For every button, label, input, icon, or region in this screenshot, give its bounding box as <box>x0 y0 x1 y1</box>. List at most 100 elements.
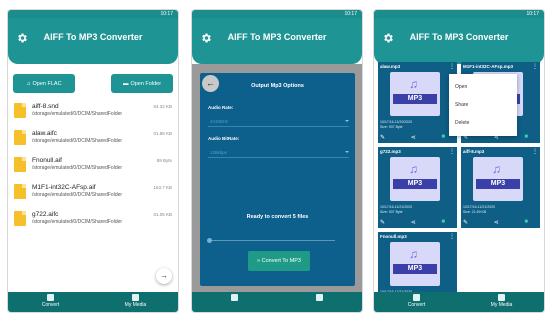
music-note-icon: ♫ <box>492 162 501 176</box>
status-bar-time: 10:17 <box>8 10 178 18</box>
more-vert-icon[interactable]: ⋮ <box>449 63 455 70</box>
convert-to-mp3-button[interactable]: » Convert To MP3 <box>248 251 310 271</box>
list-item[interactable]: g722.aifc/storage/emulated/0/DCIM/Shared… <box>14 211 172 238</box>
convert-button-label: Convert To MP3 <box>261 258 301 264</box>
media-name: M1F1-int32C-AFsp.mp3 <box>463 64 514 69</box>
app-title: AIFF To MP3 Converter <box>227 32 327 42</box>
file-size: 163.7 KB <box>153 185 172 190</box>
media-icon <box>316 294 323 301</box>
context-menu: Open Share Delete <box>449 74 517 136</box>
file-icon <box>14 130 26 145</box>
file-name: aiff-8.snd <box>32 103 59 110</box>
media-size: Size: 21.69 KB <box>463 210 487 214</box>
app-bar: AIFF To MP3 Converter <box>8 18 178 64</box>
mp3-file-icon: ♫ MP3 <box>473 157 523 201</box>
media-card[interactable]: aiff-8.mp3 ⋮ ♫ MP3 10/17/16-11/21/2020 Siz… <box>461 147 540 228</box>
status-bar-time: 10:17 <box>192 10 362 18</box>
dialog-title: Output Mp3 Options <box>251 83 304 89</box>
app-bar: AIFF To MP3 Converter <box>374 18 544 64</box>
tab-my-media[interactable] <box>277 292 362 312</box>
music-note-icon: ♫ <box>409 162 418 176</box>
tab-convert[interactable]: Convert <box>374 292 459 312</box>
list-item[interactable]: aiff-8.snd/storage/emulated/0/DCIM/Share… <box>14 103 172 130</box>
delete-icon[interactable]: ■ <box>441 219 445 226</box>
audio-rate-value: 44100Hz <box>210 119 229 124</box>
file-icon <box>14 157 26 172</box>
caret-down-icon <box>345 151 349 153</box>
arrow-right-icon: → <box>160 271 168 280</box>
media-name: alaw.mp3 <box>380 64 401 69</box>
phone-screen-my-media: 10:17 AIFF To MP3 Converter alaw.mp3 ⋮ ♫… <box>374 10 544 312</box>
tab-convert-label: Convert <box>407 302 426 308</box>
open-flac-button[interactable]: ♫ Open FLAC <box>13 74 75 93</box>
output-options-dialog: ← Output Mp3 Options Audio Rate: 44100Hz… <box>200 73 355 286</box>
file-size: 01.05 KB <box>153 212 172 217</box>
media-card[interactable]: alaw.mp3 ⋮ ♫ MP3 10/17/16-11/20/2020 Size:… <box>378 62 457 143</box>
media-name: Fnonull.mp3 <box>380 234 407 239</box>
status-bar-time: 10:17 <box>374 10 544 18</box>
next-arrow-fab[interactable]: → <box>156 268 172 284</box>
media-card[interactable]: g722.mp3 ⋮ ♫ MP3 10/17/16-11/21/2020 Size:… <box>378 147 457 228</box>
more-vert-icon[interactable]: ⋮ <box>449 148 455 155</box>
audio-rate-select[interactable]: 44100Hz <box>208 117 349 127</box>
tab-convert-label: Convert <box>41 302 60 308</box>
share-icon[interactable]: ⋖ <box>411 134 416 141</box>
menu-item-delete[interactable]: Delete <box>449 114 517 132</box>
share-icon[interactable]: ⋖ <box>411 219 416 226</box>
phone-screen-file-list: 10:17 AIFF To MP3 Converter ♫ Open FLAC ▬… <box>8 10 178 312</box>
open-folder-button[interactable]: ▬ Open Folder <box>111 74 173 93</box>
edit-icon[interactable]: ✎ <box>463 219 468 226</box>
mp3-file-icon: ♫ MP3 <box>390 242 440 286</box>
more-vert-icon[interactable]: ⋮ <box>532 63 538 70</box>
tab-convert[interactable]: Convert <box>8 292 93 312</box>
bottom-nav: Convert My Media <box>8 292 178 312</box>
tab-my-media[interactable]: My Media <box>459 292 544 312</box>
file-size: 89 Byte <box>156 158 172 163</box>
file-icon <box>14 211 26 226</box>
delete-icon[interactable]: ■ <box>441 134 445 141</box>
phone-screen-options-dialog: 10:17 AIFF To MP3 Converter ← Output Mp3… <box>192 10 362 312</box>
mp3-badge: MP3 <box>393 94 437 104</box>
mp3-file-icon: ♫ MP3 <box>390 157 440 201</box>
music-note-icon: ♫ <box>409 77 418 91</box>
share-icon[interactable]: ⋖ <box>494 219 499 226</box>
more-vert-icon[interactable]: ⋮ <box>532 148 538 155</box>
list-item[interactable]: M1F1-int32C-AFsp.aif/storage/emulated/0/… <box>14 184 172 211</box>
audio-bitrate-value: 128kbps <box>210 150 228 155</box>
list-item[interactable]: Fnonull.aif/storage/emulated/0/DCIM/Shar… <box>14 157 172 184</box>
file-size: 64.32 KB <box>153 104 172 109</box>
bottom-nav: Convert My Media <box>374 292 544 312</box>
file-name: Fnonull.aif <box>32 157 62 164</box>
tab-convert[interactable] <box>192 292 277 312</box>
file-size: 01.88 KB <box>153 131 172 136</box>
audio-bitrate-select[interactable]: 128kbps <box>208 148 349 158</box>
convert-icon <box>231 294 238 301</box>
menu-item-share[interactable]: Share <box>449 96 517 114</box>
more-vert-icon[interactable]: ⋮ <box>449 233 455 240</box>
audio-rate-label: Audio Rate: <box>208 105 234 110</box>
file-path: /storage/emulated/0/DCIM/SharedFolder <box>32 111 123 117</box>
media-name: g722.mp3 <box>380 149 401 154</box>
file-name: g722.aifc <box>32 211 59 218</box>
app-title: AIFF To MP3 Converter <box>409 32 509 42</box>
delete-icon[interactable]: ■ <box>524 219 528 226</box>
list-item[interactable]: alaw.aifc/storage/emulated/0/DCIM/Shared… <box>14 130 172 157</box>
media-size: Size: 907 Byte <box>380 210 403 214</box>
mp3-badge: MP3 <box>476 179 520 189</box>
ready-status-text: Ready to convert 5 files <box>246 214 309 220</box>
open-folder-label: Open Folder <box>130 80 162 87</box>
app-bar: AIFF To MP3 Converter <box>192 18 362 64</box>
edit-icon[interactable]: ✎ <box>380 134 385 141</box>
file-path: /storage/emulated/0/DCIM/SharedFolder <box>32 219 123 225</box>
edit-icon[interactable]: ✎ <box>380 219 385 226</box>
menu-item-open[interactable]: Open <box>449 78 517 96</box>
media-name: aiff-8.mp3 <box>463 149 485 154</box>
delete-icon[interactable]: ■ <box>524 134 528 141</box>
mp3-badge: MP3 <box>393 264 437 274</box>
tab-my-media-label: My Media <box>490 302 513 308</box>
progress-bar <box>207 238 335 243</box>
folder-icon: ▬ <box>122 80 129 87</box>
file-path: /storage/emulated/0/DCIM/SharedFolder <box>32 192 123 198</box>
file-path: /storage/emulated/0/DCIM/SharedFolder <box>32 138 123 144</box>
tab-my-media[interactable]: My Media <box>93 292 178 312</box>
